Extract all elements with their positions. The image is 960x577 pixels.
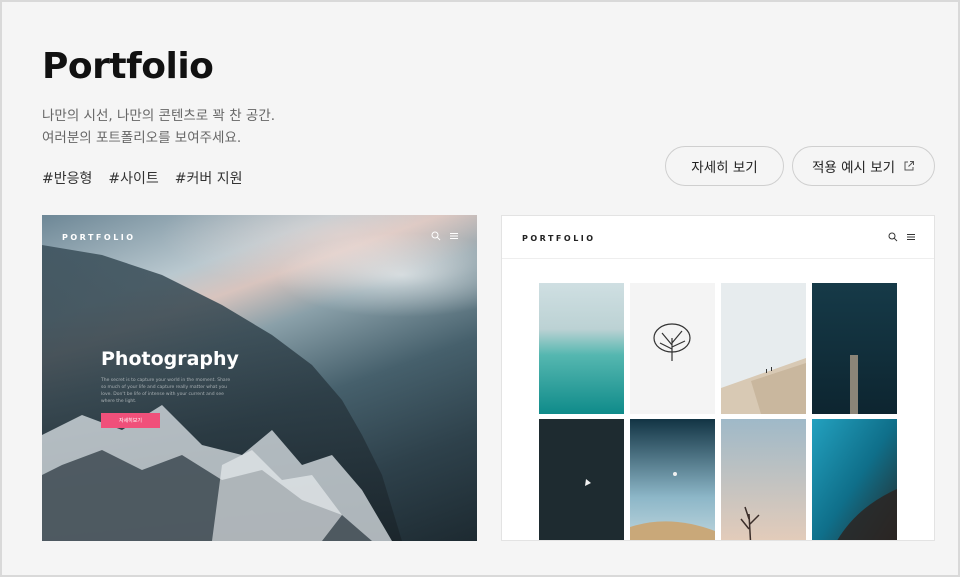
example-button-label: 적용 예시 보기: [811, 160, 896, 176]
detail-button-label: 자세히 보기: [691, 160, 758, 176]
photography-preview[interactable]: PORTFOLIO Photography The secret is to c…: [42, 215, 477, 541]
tag-list: #반응형 #사이트 #커버 지원: [42, 168, 242, 188]
grid-preview-header: PORTFOLIO: [502, 216, 934, 259]
preview-heading: Photography: [101, 348, 239, 370]
grid-preview[interactable]: PORTFOLIO: [501, 215, 935, 541]
card-description: 나만의 시선, 나만의 콘텐츠로 꽉 찬 공간. 여러분의 포트폴리오를 보여주…: [42, 105, 275, 149]
menu-icon: [907, 234, 915, 240]
thumb-dark-water-boat: [539, 419, 624, 540]
tag-responsive: #반응형: [42, 171, 93, 187]
tag-site: #사이트: [108, 171, 159, 187]
portfolio-card: Portfolio 나만의 시선, 나만의 콘텐츠로 꽉 찬 공간. 여러분의 …: [0, 0, 960, 577]
thumb-pier-dark-sea: [812, 283, 897, 414]
thumb-lone-tree: [630, 283, 715, 414]
example-button[interactable]: 적용 예시 보기: [792, 146, 935, 186]
grid-preview-logo: PORTFOLIO: [522, 234, 596, 243]
preview-body-text: The secret is to capture your world in t…: [101, 378, 231, 404]
search-icon: [431, 231, 441, 241]
preview-nav-icons: [431, 231, 459, 241]
detail-button[interactable]: 자세히 보기: [665, 146, 784, 186]
description-line-1: 나만의 시선, 나만의 콘텐츠로 꽉 찬 공간.: [42, 108, 276, 124]
menu-icon: [450, 233, 458, 239]
thumb-desert-dune: [721, 283, 806, 414]
thumb-sea-turquoise: [539, 283, 624, 414]
description-line-2: 여러분의 포트폴리오를 보여주세요.: [42, 130, 242, 146]
thumb-branch-sky: [721, 419, 806, 540]
thumb-dune-moon: [630, 419, 715, 540]
tag-cover: #커버 지원: [174, 171, 243, 187]
search-icon: [888, 232, 898, 242]
external-link-icon: [904, 161, 915, 171]
thumb-aerial-coast: [812, 419, 897, 540]
preview-cta-button: 자세히보기: [101, 413, 160, 428]
preview-logo: PORTFOLIO: [62, 233, 136, 242]
grid-preview-nav-icons: [888, 232, 916, 242]
card-title: Portfolio: [42, 46, 214, 87]
